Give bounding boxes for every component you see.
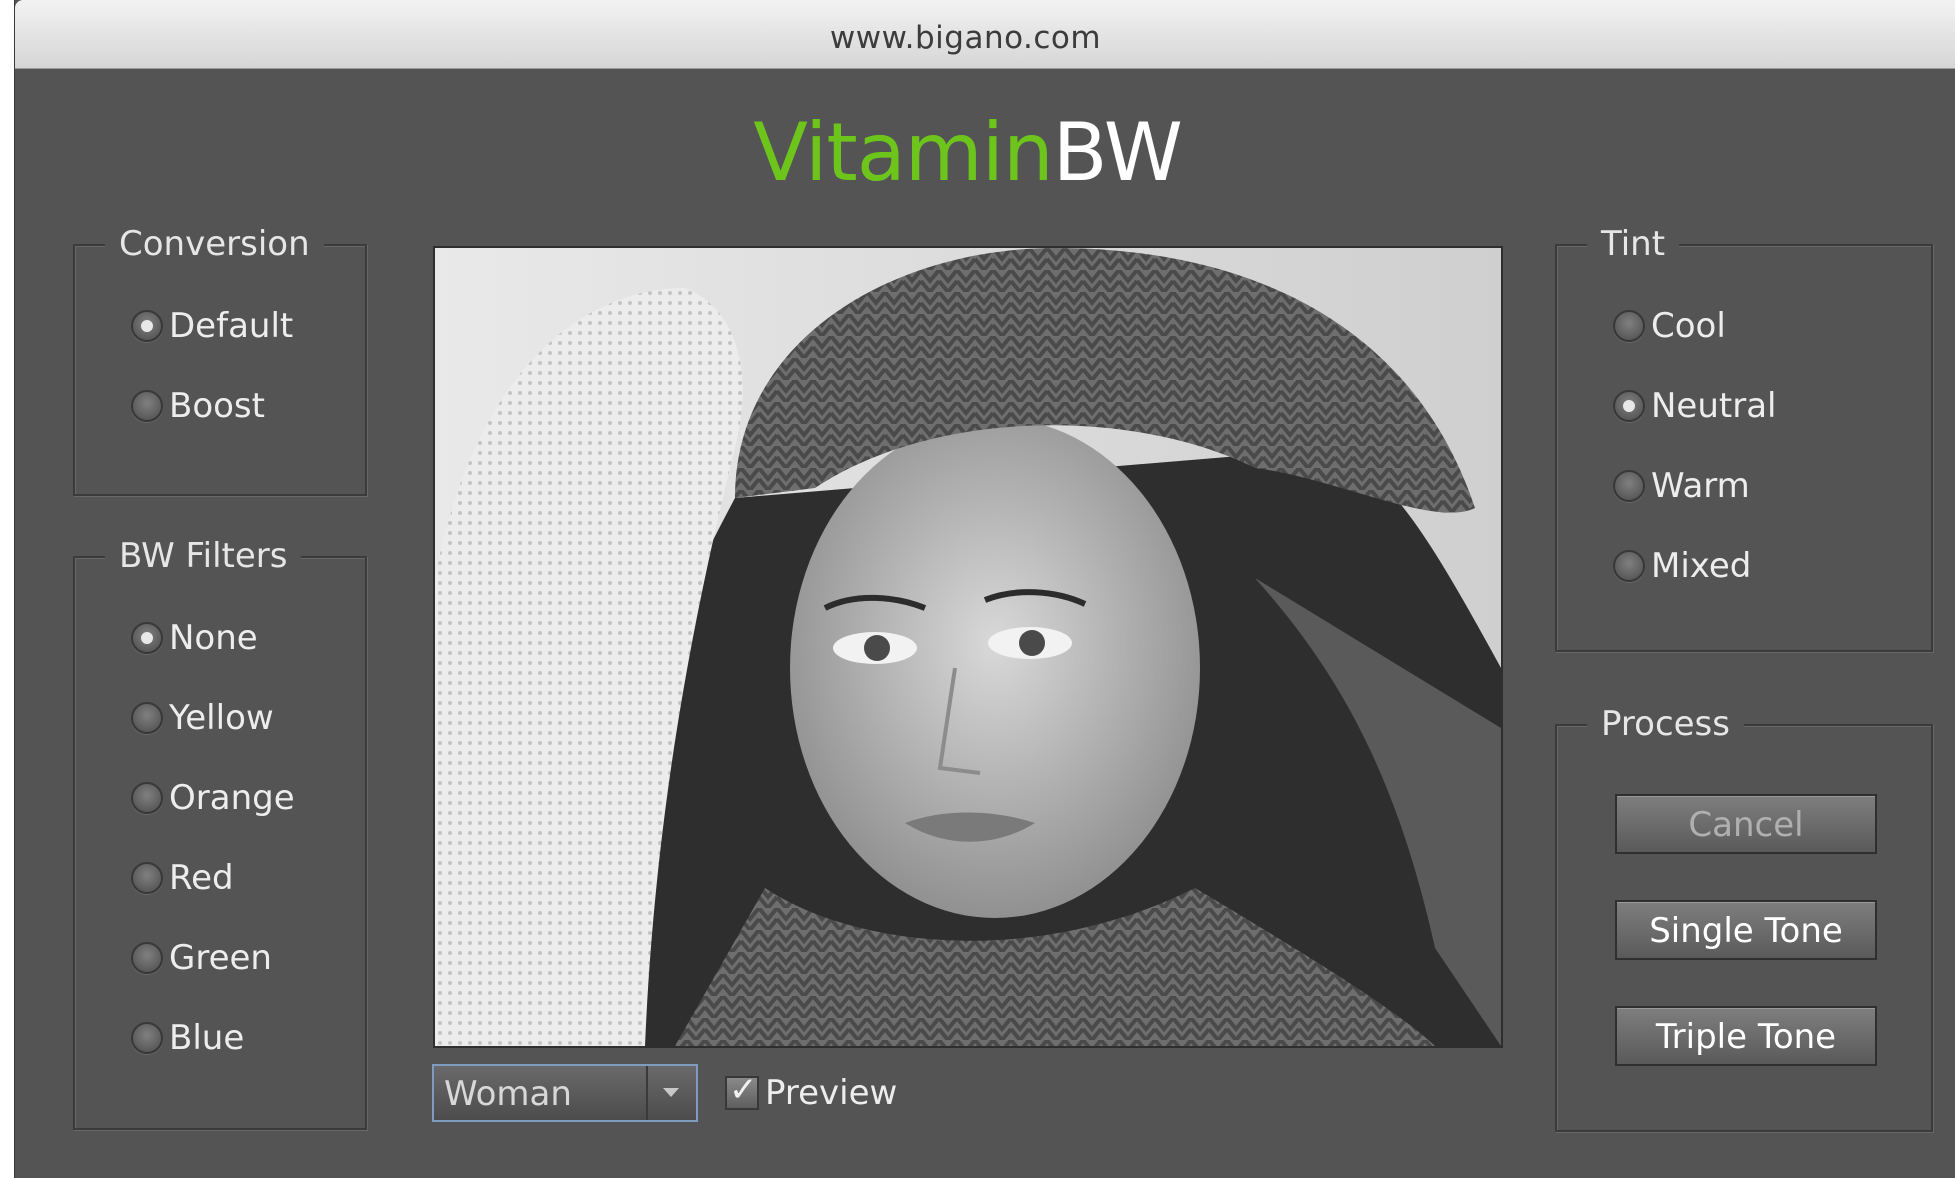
radio-label: Yellow [169, 698, 274, 738]
radio-indicator [131, 782, 163, 814]
radio-indicator [1613, 310, 1645, 342]
radio-indicator [1613, 470, 1645, 502]
chevron-down-icon [663, 1088, 679, 1097]
radio-label: Orange [169, 778, 295, 818]
radio-indicator [1613, 550, 1645, 582]
checkmark-icon: ✓ [729, 1070, 758, 1110]
radio-filter-green[interactable]: Green [131, 938, 272, 978]
radio-indicator [131, 1022, 163, 1054]
app-title-vitamin: Vitamin [753, 106, 1053, 199]
radio-indicator [131, 942, 163, 974]
radio-indicator [131, 862, 163, 894]
radio-conversion-default[interactable]: Default [131, 306, 293, 346]
preview-checkbox[interactable]: ✓ Preview [725, 1070, 898, 1113]
radio-label: Warm [1651, 466, 1750, 506]
process-group-label: Process [1587, 704, 1744, 744]
checkbox-box[interactable]: ✓ [725, 1070, 759, 1110]
window-title: www.bigano.com [829, 20, 1102, 56]
sample-dropdown[interactable]: Woman [432, 1064, 698, 1122]
radio-label: Green [169, 938, 272, 978]
preview-image [433, 246, 1503, 1048]
radio-indicator [131, 702, 163, 734]
radio-filter-yellow[interactable]: Yellow [131, 698, 274, 738]
radio-filter-red[interactable]: Red [131, 858, 234, 898]
conversion-group-label: Conversion [105, 224, 324, 264]
radio-label: Red [169, 858, 234, 898]
plugin-window: www.bigano.com VitaminBW Conversion Defa… [14, 0, 1955, 1178]
radio-label: Neutral [1651, 386, 1777, 426]
radio-filter-orange[interactable]: Orange [131, 778, 295, 818]
radio-indicator [1613, 390, 1645, 422]
preview-checkbox-label: Preview [765, 1073, 898, 1113]
tint-group: Tint Cool Neutral Warm Mixed [1555, 224, 1933, 652]
radio-label: Cool [1651, 306, 1726, 346]
single-tone-button[interactable]: Single Tone [1615, 900, 1877, 960]
tint-group-label: Tint [1587, 224, 1680, 264]
portrait-photo-graphic [435, 248, 1501, 1046]
app-title-bw: BW [1052, 106, 1183, 199]
radio-label: None [169, 618, 258, 658]
process-group: Process Cancel Single Tone Triple Tone [1555, 704, 1933, 1132]
radio-filter-none[interactable]: None [131, 618, 258, 658]
radio-conversion-boost[interactable]: Boost [131, 386, 265, 426]
app-logo-title: VitaminBW [15, 106, 1955, 199]
radio-tint-neutral[interactable]: Neutral [1613, 386, 1777, 426]
bw-filters-group-label: BW Filters [105, 536, 302, 576]
radio-label: Blue [169, 1018, 245, 1058]
sample-dropdown-value: Woman [444, 1074, 572, 1114]
radio-label: Boost [169, 386, 265, 426]
radio-tint-mixed[interactable]: Mixed [1613, 546, 1751, 586]
conversion-group: Conversion Default Boost [73, 224, 367, 496]
radio-indicator [131, 390, 163, 422]
radio-filter-blue[interactable]: Blue [131, 1018, 244, 1058]
radio-indicator [131, 622, 163, 654]
dropdown-button[interactable] [646, 1066, 696, 1120]
title-bar[interactable]: www.bigano.com [15, 0, 1955, 69]
radio-tint-cool[interactable]: Cool [1613, 306, 1726, 346]
triple-tone-button[interactable]: Triple Tone [1615, 1006, 1877, 1066]
radio-label: Mixed [1651, 546, 1752, 586]
radio-tint-warm[interactable]: Warm [1613, 466, 1750, 506]
radio-indicator [131, 310, 163, 342]
bw-filters-group: BW Filters None Yellow Orange Red Green … [73, 536, 367, 1130]
radio-label: Default [169, 306, 294, 346]
cancel-button[interactable]: Cancel [1615, 794, 1877, 854]
